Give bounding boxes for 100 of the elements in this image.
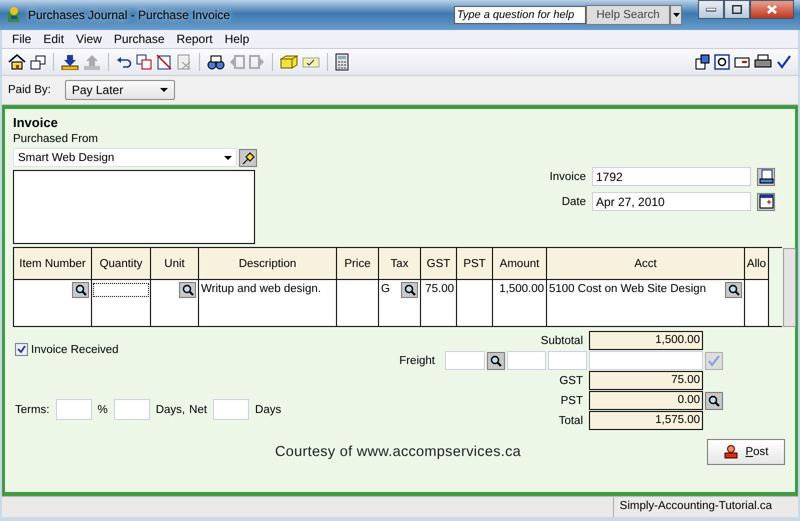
minimize-button[interactable] <box>698 0 724 19</box>
column-header: PST <box>457 248 493 280</box>
table-cell[interactable] <box>457 280 493 326</box>
vendor-dropdown[interactable]: Smart Web Design <box>13 148 237 167</box>
days-label: Days, <box>156 404 186 416</box>
discount-days-field[interactable] <box>114 399 150 420</box>
column-header: Price <box>337 248 379 280</box>
maximize-button[interactable] <box>724 0 750 19</box>
table-cell[interactable] <box>745 280 769 326</box>
table-cell[interactable] <box>14 280 92 326</box>
undo-icon[interactable] <box>116 54 132 70</box>
search-icon <box>182 284 194 296</box>
cell-text: 75.00 <box>424 282 454 297</box>
binoculars-icon[interactable] <box>207 54 225 70</box>
table-cell[interactable]: 5100 Cost on Web Site Design <box>547 280 745 326</box>
invoice-number-label: Invoice <box>550 170 586 182</box>
restore-icon <box>732 5 742 14</box>
subtotal-label: Subtotal <box>540 334 583 346</box>
freight-field[interactable] <box>445 351 485 370</box>
gst-label: GST <box>559 374 583 386</box>
address-box[interactable] <box>13 170 255 244</box>
calendar-button[interactable] <box>757 192 775 210</box>
column-header: GST <box>421 248 457 280</box>
vendor-label: Purchased From <box>13 133 100 145</box>
section-heading: Invoice <box>13 115 59 130</box>
check-button[interactable] <box>705 352 723 370</box>
courtesy-text: Courtesy of www.accompservices.ca <box>274 444 521 460</box>
cell-text: Writup and web design. <box>201 282 322 297</box>
app-icon <box>6 6 22 24</box>
search-icon <box>708 394 720 406</box>
home-icon[interactable] <box>8 54 26 70</box>
net-label: Net <box>189 404 208 416</box>
scroll-bar[interactable] <box>783 248 796 327</box>
printer-icon[interactable] <box>754 54 772 70</box>
percent-label: % <box>98 404 108 416</box>
paid-by-label: Paid By: <box>8 84 51 96</box>
download-icon[interactable] <box>61 54 79 70</box>
table-cell[interactable] <box>92 280 151 326</box>
column-header: Quantity <box>92 248 151 280</box>
checkmark-icon[interactable] <box>776 54 792 70</box>
windows-icon[interactable] <box>136 54 152 70</box>
menu-item[interactable]: Purchase <box>108 32 171 46</box>
menu-item[interactable]: Report <box>170 32 219 46</box>
days-label: Days <box>255 404 282 416</box>
search-icon <box>490 354 502 366</box>
invoice-number-field[interactable]: 1792 <box>592 167 751 186</box>
freight-field[interactable] <box>548 351 587 370</box>
freight-field[interactable] <box>589 351 703 370</box>
help-search-button[interactable]: Help Search <box>586 5 670 25</box>
table-cell[interactable]: Writup and web design. <box>199 280 337 326</box>
table-cell[interactable]: 1,500.00 <box>493 280 547 326</box>
menu-item[interactable]: Help <box>218 32 256 46</box>
help-question-field[interactable]: Type a question for help <box>454 6 586 24</box>
search-button[interactable] <box>487 352 505 370</box>
close-icon <box>767 5 777 14</box>
date-field[interactable]: Apr 27, 2010 <box>592 192 751 211</box>
pushpin-icon <box>241 150 255 164</box>
total-value: 1,575.00 <box>589 411 703 430</box>
invoice-received-checkbox[interactable] <box>15 343 28 356</box>
post-button[interactable]: Post <box>707 439 785 465</box>
search-button[interactable] <box>705 392 723 410</box>
table-cell[interactable] <box>337 280 379 326</box>
pin-button[interactable] <box>239 148 257 166</box>
calculator-icon[interactable] <box>335 53 349 71</box>
windows-icon[interactable] <box>30 54 46 70</box>
freight-label: Freight <box>399 354 435 366</box>
table-cell[interactable] <box>151 280 199 326</box>
paid-by-dropdown[interactable]: Pay Later <box>64 80 175 100</box>
checkbox-label: Invoice Received <box>31 344 119 356</box>
minimize-icon <box>706 8 716 12</box>
terms-label: Terms: <box>15 404 50 416</box>
total-label: Total <box>558 414 583 426</box>
table-cell[interactable]: G <box>379 280 421 326</box>
subtotal-value: 1,500.00 <box>589 331 703 350</box>
table-cell[interactable]: 75.00 <box>421 280 457 326</box>
pst-value: 0.00 <box>589 391 703 410</box>
lookup-button[interactable] <box>757 168 775 186</box>
status-bar-text: Simply-Accounting-Tutorial.ca <box>612 497 798 517</box>
cell-text: 1,500.00 <box>498 282 544 297</box>
search-icon <box>74 284 86 296</box>
discount-percent-field[interactable] <box>56 399 92 420</box>
menu-item[interactable]: View <box>70 32 108 46</box>
stamp-icon <box>723 444 740 460</box>
close-button[interactable] <box>750 0 794 19</box>
help-dropdown-button[interactable] <box>670 5 682 25</box>
search-button[interactable] <box>725 282 742 298</box>
menu-item[interactable]: Edit <box>37 32 70 46</box>
freight-field[interactable] <box>507 351 546 370</box>
preview-icon[interactable] <box>714 54 730 70</box>
windows-icon[interactable] <box>694 54 710 70</box>
caret-icon <box>160 88 168 92</box>
search-button[interactable] <box>179 282 196 298</box>
search-button[interactable] <box>72 282 89 298</box>
gst-value: 75.00 <box>589 371 703 390</box>
net-days-field[interactable] <box>213 399 250 420</box>
menu-item[interactable]: File <box>6 32 38 46</box>
search-button[interactable] <box>401 282 418 298</box>
column-header: Allo <box>745 248 769 280</box>
calendar-icon <box>758 194 774 209</box>
column-header: Acct <box>547 248 745 280</box>
